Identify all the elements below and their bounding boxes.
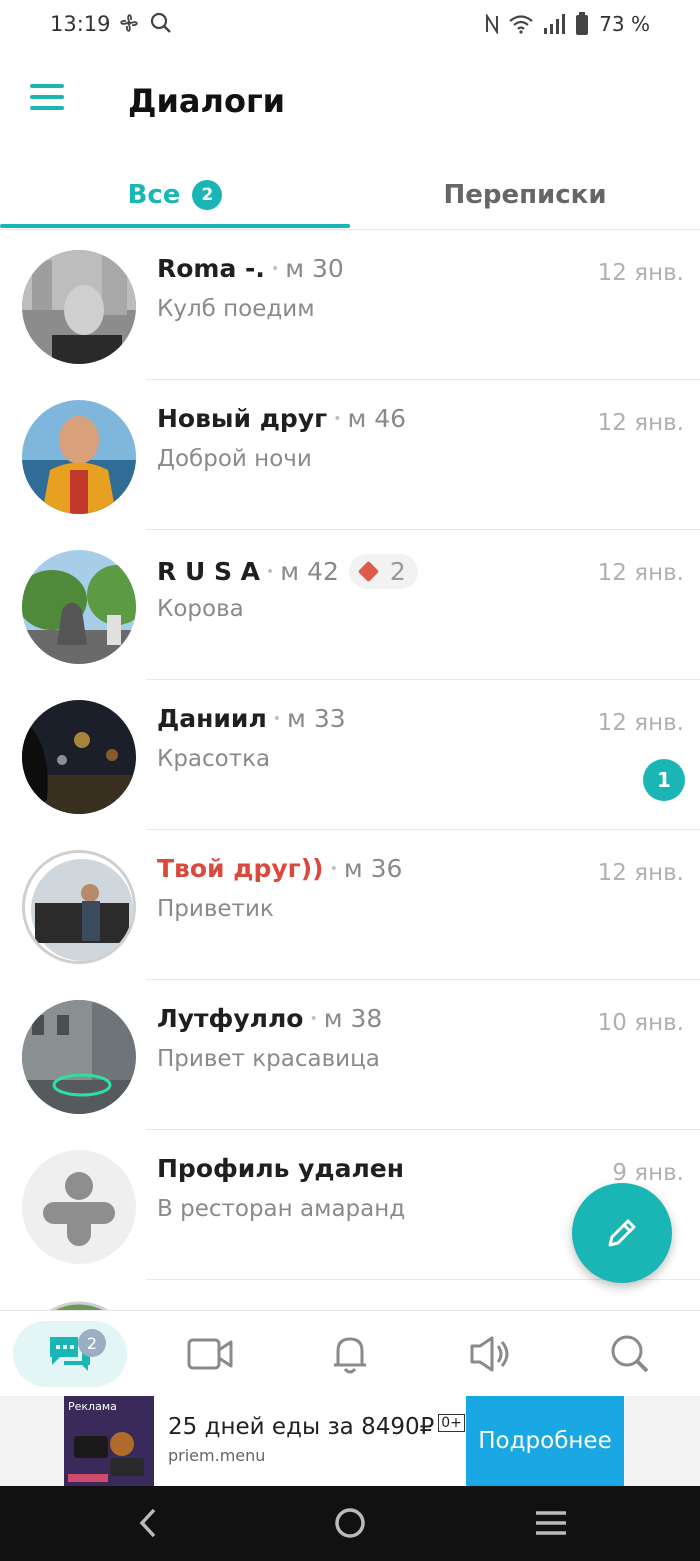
message-date: 12 янв. — [597, 560, 684, 586]
avatar[interactable] — [22, 1150, 136, 1264]
last-message: Красотка — [157, 746, 271, 772]
contact-meta: м 33 — [287, 704, 346, 733]
nav-notifications[interactable] — [293, 1321, 407, 1387]
bottom-nav: 2 — [0, 1310, 700, 1396]
tab-all-badge: 2 — [192, 180, 223, 210]
ad-banner: Реклама 25 дней еды за 8490₽ 0+ priem.men… — [0, 1396, 700, 1486]
contact-meta: м 38 — [323, 1004, 383, 1033]
avatar[interactable] — [22, 550, 136, 664]
dialog-row[interactable]: Твой друг)) • м 36 Приветик 12 янв. — [0, 830, 700, 980]
speaker-icon — [470, 1336, 509, 1372]
message-date: 10 янв. — [597, 1010, 684, 1036]
ad-age-rating: 0+ — [438, 1414, 465, 1432]
dialog-row[interactable]: Roma -. • м 30 Кулб поедим 12 янв. — [0, 230, 700, 380]
signal-icon — [544, 14, 566, 34]
contact-name: Лутфулло — [157, 1004, 304, 1033]
fan-icon — [120, 14, 138, 32]
last-message: Корова — [157, 596, 244, 622]
last-message: Доброй ночи — [157, 446, 312, 472]
dialog-list: Roma -. • м 30 Кулб поедим 12 янв. Новый… — [0, 230, 700, 1310]
message-date: 12 янв. — [597, 410, 684, 436]
dialog-row[interactable]: Лутфулло • м 38 Привет красавица 10 янв. — [0, 980, 700, 1130]
video-icon — [187, 1338, 233, 1370]
ad-content[interactable]: Реклама 25 дней еды за 8490₽ 0+ priem.men… — [64, 1396, 624, 1486]
nav-search[interactable] — [573, 1321, 687, 1387]
home-icon[interactable] — [333, 1506, 367, 1540]
last-message: Приветик — [157, 896, 274, 922]
nav-video[interactable] — [153, 1321, 267, 1387]
diamond-icon — [357, 560, 380, 583]
compose-button[interactable] — [572, 1183, 672, 1283]
dialog-row[interactable]: R U S A • м 42 2 Корова 12 янв. — [0, 530, 700, 680]
contact-meta: м 30 — [285, 254, 344, 283]
message-date: 12 янв. — [597, 710, 684, 736]
avatar[interactable] — [22, 700, 136, 814]
avatar[interactable] — [22, 400, 136, 514]
contact-name: R U S A — [157, 557, 261, 586]
message-date: 12 янв. — [597, 260, 684, 286]
back-icon[interactable] — [134, 1506, 164, 1540]
last-message: В ресторан амаранд — [157, 1196, 406, 1222]
contact-name: Новый друг — [157, 404, 328, 433]
tab-chats[interactable]: Переписки — [350, 160, 700, 230]
system-nav-bar — [0, 1486, 700, 1561]
tab-all[interactable]: Все 2 — [0, 160, 350, 230]
nav-chats[interactable]: 2 — [13, 1321, 127, 1387]
wifi-icon — [509, 15, 533, 34]
contact-meta: м 42 — [280, 557, 339, 586]
unread-badge: 1 — [643, 759, 685, 801]
search-icon — [611, 1335, 649, 1373]
search-icon — [150, 12, 171, 33]
nfc-icon — [486, 14, 499, 34]
status-time: 13:19 — [50, 12, 111, 36]
contact-name: Профиль удален — [157, 1154, 405, 1183]
nav-broadcast[interactable] — [433, 1321, 547, 1387]
ad-image: Реклама — [64, 1396, 154, 1486]
message-date: 12 янв. — [597, 860, 684, 886]
tab-indicator — [0, 224, 350, 228]
bell-icon — [334, 1337, 366, 1374]
contact-name: Roma -. — [157, 254, 265, 283]
avatar[interactable] — [22, 250, 136, 364]
avatar[interactable] — [22, 1300, 136, 1310]
deleted-user-icon — [22, 1150, 136, 1264]
contact-meta: м 46 — [347, 404, 407, 433]
hamburger-icon[interactable] — [30, 84, 70, 114]
contact-name: Даниил — [157, 704, 267, 733]
dialog-row[interactable]: Новый друг • м 46 Доброй ночи 12 янв. — [0, 380, 700, 530]
page-title: Диалоги — [128, 82, 286, 120]
battery-icon — [576, 12, 589, 35]
dialog-row[interactable]: Даниил • м 33 Красотка 12 янв. 1 — [0, 680, 700, 830]
status-bar: 13:19 73 % — [0, 0, 700, 52]
avatar[interactable] — [22, 1000, 136, 1114]
ad-title: 25 дней еды за 8490₽ 0+ — [168, 1414, 465, 1440]
ad-url: priem.menu — [168, 1446, 266, 1465]
contact-name: Твой друг)) — [157, 854, 324, 883]
avatar[interactable] — [22, 850, 136, 964]
ad-more-button[interactable]: Подробнее — [466, 1396, 624, 1486]
last-message: Кулб поедим — [157, 296, 315, 322]
tab-chats-label: Переписки — [443, 180, 607, 210]
battery-percent: 73 % — [599, 12, 650, 36]
recents-icon[interactable] — [534, 1508, 568, 1538]
dialog-row[interactable] — [0, 1280, 700, 1310]
pencil-icon — [608, 1219, 636, 1247]
nav-chats-badge: 2 — [78, 1329, 106, 1357]
contact-meta: м 36 — [343, 854, 403, 883]
last-message: Привет красавица — [157, 1046, 380, 1072]
tab-all-label: Все — [127, 180, 181, 210]
tabs: Все 2 Переписки — [0, 160, 700, 230]
gift-badge: 2 — [348, 554, 418, 589]
app-header: Диалоги — [0, 52, 700, 162]
